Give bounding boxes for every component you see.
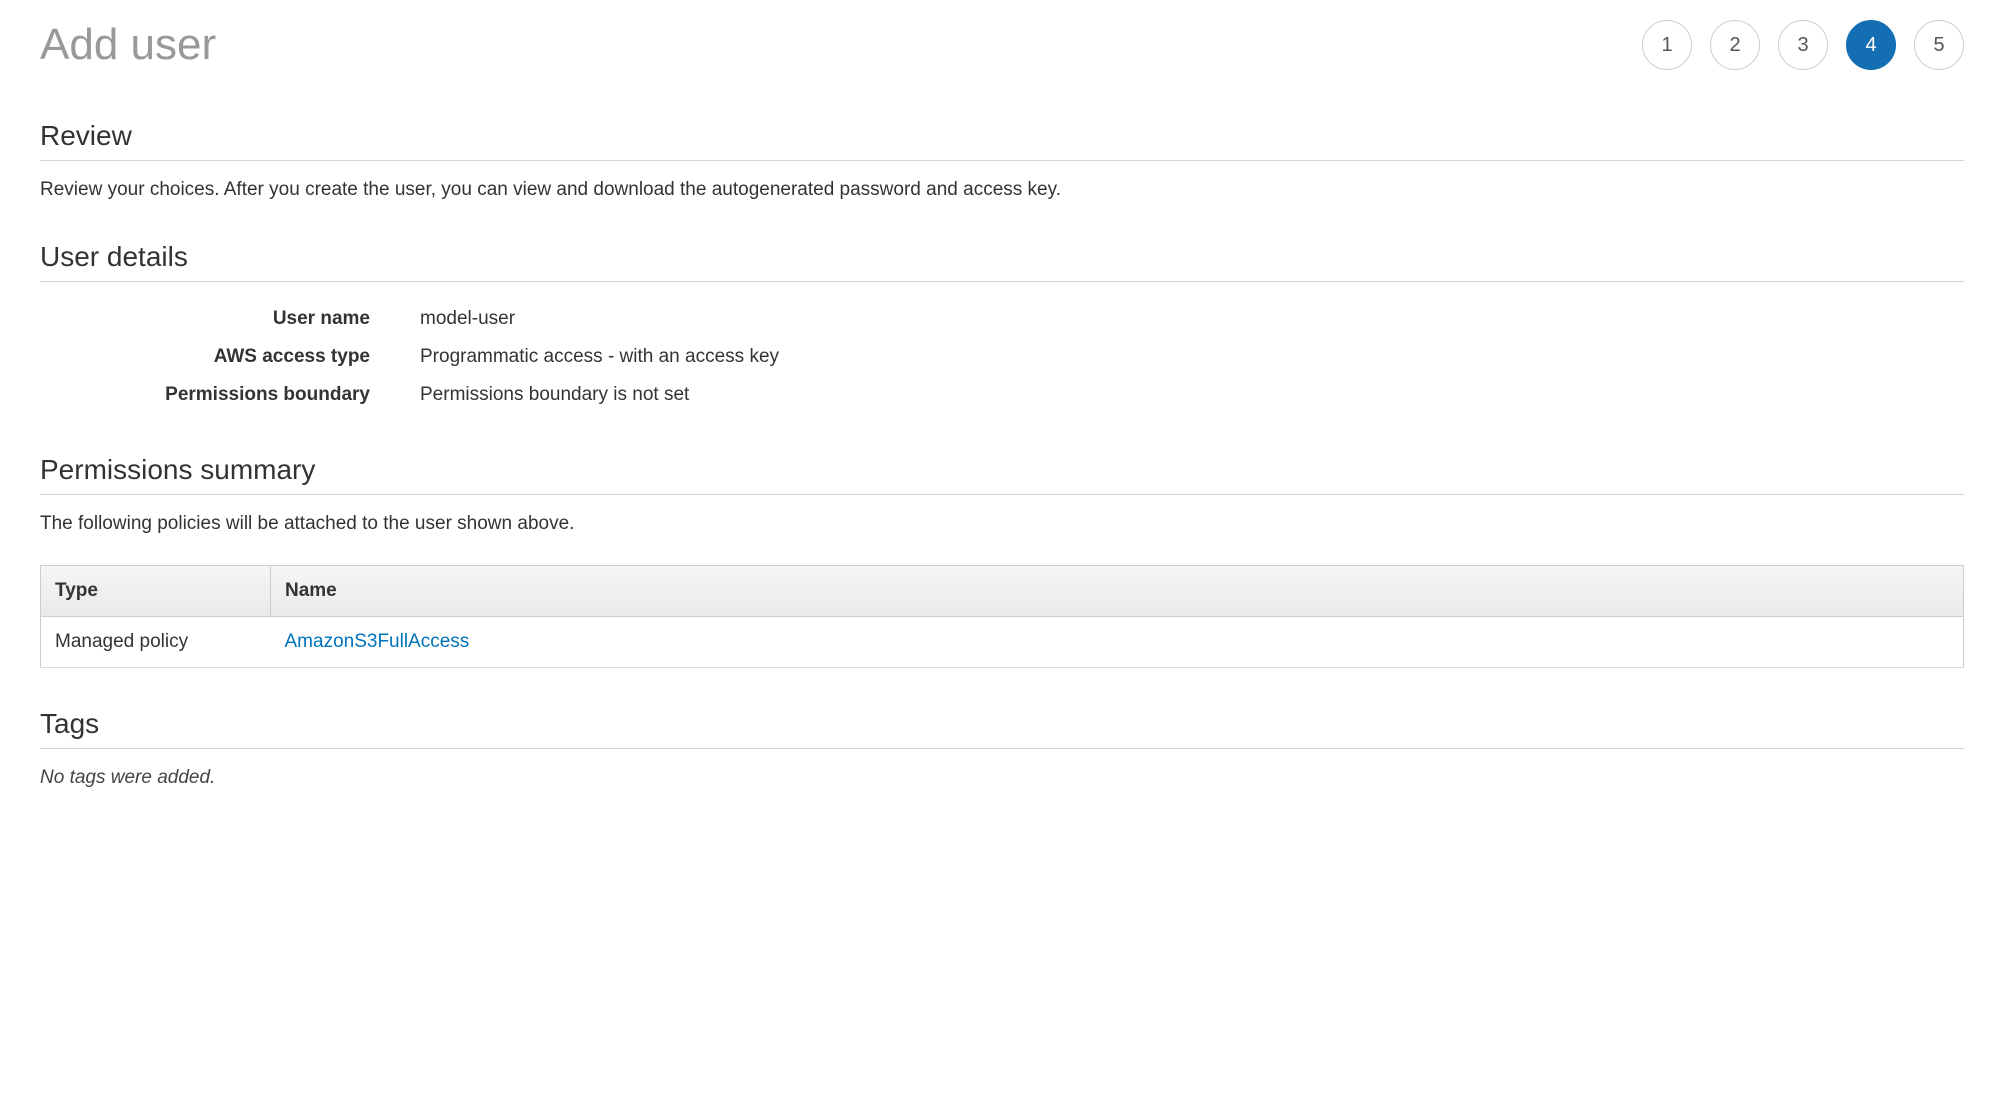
user-details-label: User name: [40, 308, 410, 330]
policy-name-cell: AmazonS3FullAccess: [271, 617, 1964, 668]
user-details-row: User namemodel-user: [40, 300, 1964, 338]
step-1[interactable]: 1: [1642, 20, 1692, 70]
user-details-value: Programmatic access - with an access key: [410, 346, 1964, 368]
table-row: Managed policy AmazonS3FullAccess: [41, 617, 1964, 668]
policy-link[interactable]: AmazonS3FullAccess: [285, 631, 470, 652]
tags-section: Tags No tags were added.: [40, 708, 1964, 789]
step-3[interactable]: 3: [1778, 20, 1828, 70]
user-details-section: User details User namemodel-userAWS acce…: [40, 241, 1964, 414]
user-details-label: Permissions boundary: [40, 384, 410, 406]
step-4[interactable]: 4: [1846, 20, 1896, 70]
step-5[interactable]: 5: [1914, 20, 1964, 70]
permissions-section: Permissions summary The following polici…: [40, 454, 1964, 668]
policy-type-cell: Managed policy: [41, 617, 271, 668]
permissions-heading: Permissions summary: [40, 454, 1964, 495]
page-title: Add user: [40, 20, 216, 70]
review-heading: Review: [40, 120, 1964, 161]
user-details-value: Permissions boundary is not set: [410, 384, 1964, 406]
user-details-heading: User details: [40, 241, 1964, 282]
user-details-row: AWS access typeProgrammatic access - wit…: [40, 338, 1964, 376]
tags-empty-message: No tags were added.: [40, 767, 1964, 789]
user-details-list: User namemodel-userAWS access typeProgra…: [40, 300, 1964, 414]
tags-heading: Tags: [40, 708, 1964, 749]
user-details-row: Permissions boundaryPermissions boundary…: [40, 376, 1964, 414]
user-details-value: model-user: [410, 308, 1964, 330]
permissions-col-type: Type: [41, 566, 271, 617]
page-header: Add user 12345: [40, 20, 1964, 70]
review-description: Review your choices. After you create th…: [40, 179, 1964, 201]
permissions-description: The following policies will be attached …: [40, 513, 1964, 535]
permissions-table: Type Name Managed policy AmazonS3FullAcce…: [40, 565, 1964, 668]
user-details-label: AWS access type: [40, 346, 410, 368]
permissions-col-name: Name: [271, 566, 1964, 617]
wizard-stepper: 12345: [1642, 20, 1964, 70]
step-2[interactable]: 2: [1710, 20, 1760, 70]
review-section: Review Review your choices. After you cr…: [40, 120, 1964, 201]
